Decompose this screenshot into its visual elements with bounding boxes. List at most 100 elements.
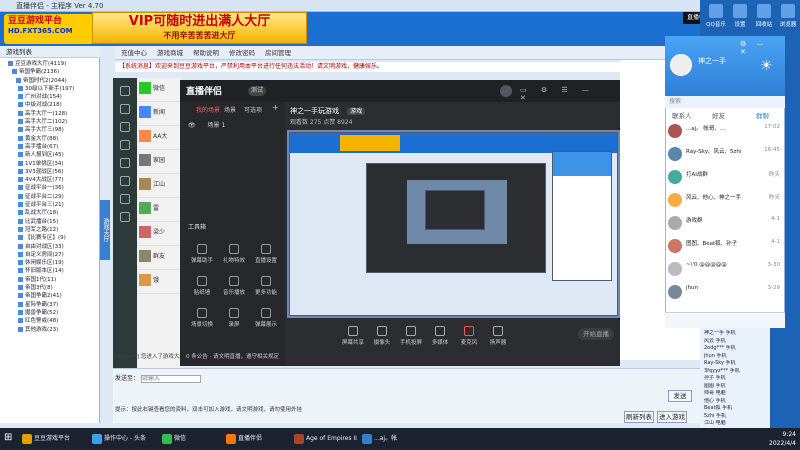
user-row[interactable]: 神之一手 手机 [704, 330, 768, 338]
taskbar-item[interactable]: Age of Empires II [292, 431, 358, 447]
user-row[interactable]: 5zhi 手机 [704, 413, 768, 421]
tree-row[interactable]: 高手擂台(67) [8, 143, 97, 151]
tree-row[interactable]: 帝国1代(11) [8, 276, 97, 284]
tree-row[interactable]: 休闲娱乐区(19) [8, 259, 97, 267]
tree-row[interactable]: 高手大厅一(128) [8, 110, 97, 118]
chat-row[interactable]: 梁少 [137, 222, 182, 246]
tab-options[interactable]: 可选项 [244, 105, 262, 114]
qq-search-input[interactable]: 搜索 [665, 96, 785, 108]
tree-row[interactable]: 冠军之路(12) [8, 226, 97, 234]
toolbar-item[interactable]: 修改密码 [229, 46, 255, 60]
toolbar-item[interactable]: 帮助说明 [193, 46, 219, 60]
game-tree[interactable]: 豆豆游戏大厅(4119) 帝国争霸(2136) 帝国时代2(2044) 30级以下新手… [0, 58, 100, 423]
chat-row[interactable]: 微信 [137, 78, 182, 102]
taskbar-item[interactable]: 直播伴侣 [224, 431, 290, 447]
chat-row[interactable]: 新闻 [137, 102, 182, 126]
control-button[interactable]: 屏幕共享 [340, 326, 366, 346]
user-row[interactable]: 3fqyyz*** 手机 [704, 368, 768, 376]
tree-row[interactable]: 征战平台一(36) [8, 184, 97, 192]
chat-row[interactable]: 群友 [137, 246, 182, 270]
tree-row[interactable]: 征战平台二(29) [8, 193, 97, 201]
taskbar-item[interactable]: ...aj。帐 [360, 431, 426, 447]
tree-row[interactable]: 3V3混战区(56) [8, 168, 97, 176]
send-button[interactable]: 发送 [668, 390, 692, 402]
toolbar-item[interactable]: 充值中心 [121, 46, 147, 60]
sidebar-icon[interactable] [120, 176, 130, 186]
desktop-icon[interactable]: QQ音乐 [705, 4, 727, 28]
tool-item[interactable]: 场景切换 [188, 308, 216, 328]
tool-item[interactable]: 贴纸墙 [188, 276, 216, 296]
user-row[interactable]: Beat狐 手机 [704, 405, 768, 413]
qq-avatar[interactable] [670, 54, 692, 76]
tree-row[interactable]: 帝国时代2(2044) [8, 77, 97, 85]
side-tab-game-hall[interactable]: 游戏大厅 [100, 200, 110, 260]
chat-row[interactable]: 家园 [137, 150, 182, 174]
sidebar-icon[interactable] [120, 86, 130, 96]
refresh-list-button[interactable]: 刷新列表 [624, 411, 654, 423]
sidebar-icon[interactable] [120, 194, 130, 204]
tree-row[interactable]: 豆豆游戏大厅(4119) [8, 60, 97, 68]
tree-row[interactable]: 高手大厅二(102) [8, 118, 97, 126]
enter-game-button[interactable]: 进入游戏 [657, 411, 687, 423]
tree-row[interactable]: 乱战大厅(18) [8, 209, 97, 217]
tree-row[interactable]: 比武擂台(15) [8, 218, 97, 226]
taskbar-item[interactable]: 豆豆游戏平台 [20, 431, 86, 447]
tree-row[interactable]: 中级对战(218) [8, 101, 97, 109]
tool-item[interactable]: 录屏 [220, 308, 248, 328]
toolbar-item[interactable]: 房间管理 [265, 46, 291, 60]
sidebar-icon[interactable] [120, 122, 130, 132]
wechat-chat-list[interactable]: 微信 新闻 AA大 家园 江山雷梁少 群友饿 [137, 78, 182, 368]
control-button[interactable]: 摄像头 [369, 326, 395, 346]
taskbar-item[interactable]: 微信 [160, 431, 226, 447]
qq-conversation[interactable]: ~\'0 @@@@@ 3-30 [668, 260, 784, 282]
tree-row[interactable]: 怀旧版本区(14) [8, 267, 97, 275]
sidebar-icon[interactable] [120, 104, 130, 114]
qq-conversation[interactable]: jhun 3-29 [668, 283, 784, 305]
tree-row[interactable]: 魔兽争霸(52) [8, 309, 97, 317]
qq-conversation[interactable]: Ray-Sky、风云、5zhi 16:45 [668, 145, 784, 167]
toolbar-item[interactable]: 游戏商城 [157, 46, 183, 60]
qq-conversation[interactable]: 图图、Beat狐、孙子 4-1 [668, 237, 784, 259]
tree-row[interactable]: 1V1单挑区(34) [8, 160, 97, 168]
qq-tab-friends[interactable]: 好友 [712, 110, 725, 120]
tool-item[interactable]: 直播设置 [252, 244, 280, 264]
sidebar-icon[interactable] [120, 212, 130, 222]
window-controls[interactable]: ▭ ⚙ ☰ — ✕ [520, 86, 610, 102]
scene-item[interactable]: 👁 场景 1 [188, 120, 278, 130]
user-avatar[interactable] [500, 85, 512, 97]
qq-window-controls[interactable]: ⚙ — ✕ [740, 40, 782, 56]
tree-row[interactable]: 高手大厅三(98) [8, 126, 97, 134]
qq-conversation[interactable]: 游戏群 4-1 [668, 214, 784, 236]
tool-item[interactable]: 更多功能 [252, 276, 280, 296]
tree-row[interactable]: 其他游戏(23) [8, 326, 97, 334]
tree-row[interactable]: 红色警戒(48) [8, 317, 97, 325]
tool-item[interactable]: 音乐播放 [220, 276, 248, 296]
user-row[interactable]: 江山 电脑 [704, 420, 768, 428]
eye-icon[interactable]: 👁 [188, 122, 196, 129]
qq-conversation[interactable]: 风云、他心、神之一手 昨天 [668, 191, 784, 213]
tree-row[interactable]: 4V4大战区(77) [8, 176, 97, 184]
user-row[interactable]: 孙子 手机 [704, 375, 768, 383]
qq-tab-groups[interactable]: 群聊 [756, 110, 769, 120]
chat-row[interactable]: 江山 [137, 174, 182, 198]
tree-row[interactable]: 自定义房间(27) [8, 251, 97, 259]
control-button[interactable]: 麦克风 [456, 326, 482, 346]
tree-row[interactable]: 帝国争霸(2136) [8, 68, 97, 76]
qq-tab-contacts[interactable]: 联系人 [672, 110, 692, 120]
tree-row[interactable]: 自由对战区(33) [8, 243, 97, 251]
sidebar-icon[interactable] [120, 158, 130, 168]
user-row[interactable]: 风云 手机 [704, 338, 768, 346]
user-row[interactable]: 帅哥 电脑 [704, 390, 768, 398]
qq-bottom-bar[interactable] [665, 312, 785, 328]
chat-row[interactable]: 饿 [137, 270, 182, 294]
tree-row[interactable]: 黄金大厅(88) [8, 135, 97, 143]
tree-row[interactable]: 【比赛专区】(9) [8, 234, 97, 242]
vip-ad-banner[interactable]: VIP可随时进出满人大厅 不用辛苦苦苦进大厅 [92, 12, 307, 44]
tab-my-scenes[interactable]: 我的场景 [196, 105, 220, 114]
add-tab-icon[interactable]: + [272, 103, 279, 112]
control-button[interactable]: 手机投屏 [398, 326, 424, 346]
chat-row[interactable]: 雷 [137, 198, 182, 222]
tool-item[interactable]: 弹幕展示 [252, 308, 280, 328]
tree-row[interactable]: 30级以下新手(197) [8, 85, 97, 93]
taskbar-item[interactable]: 操作中心 - 头条 [90, 431, 156, 447]
